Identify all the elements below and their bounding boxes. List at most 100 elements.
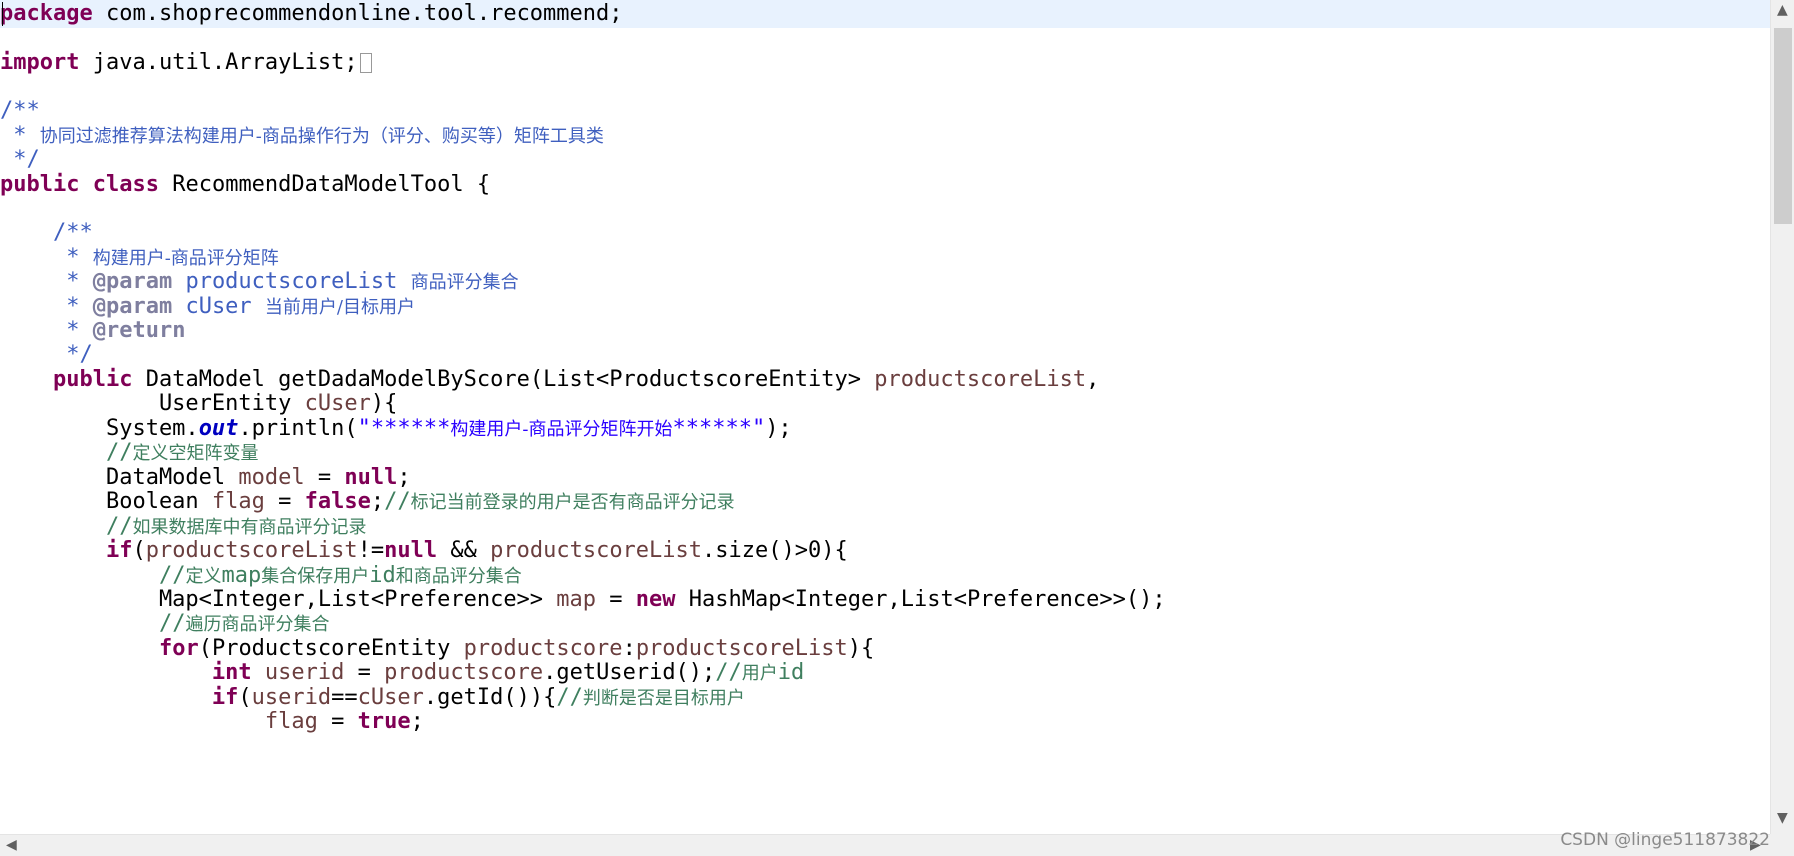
code-line-28[interactable]: int userid = productscore.getUserid();//… <box>0 659 1770 687</box>
variable: productscoreList <box>635 636 848 661</box>
code-text: .getId()){ <box>423 685 557 710</box>
comment: //定义空矩阵变量 <box>106 440 259 465</box>
javadoc-text: * <box>0 245 93 270</box>
code-text: UserEntity <box>0 391 305 416</box>
code-text: Map<Integer,List<Preference>> <box>0 587 557 612</box>
code-line-1[interactable]: package com.shoprecommendonline.tool.rec… <box>0 0 1770 28</box>
code-text: RecommendDataModelTool { <box>158 172 491 197</box>
code-text: DataModel getDadaModelByScore(List<Produ… <box>132 367 875 392</box>
variable: productscoreList <box>874 367 1087 392</box>
code-line-5[interactable]: /** <box>0 97 1770 125</box>
code-line-15[interactable]: */ <box>0 341 1770 369</box>
variable: userid <box>264 660 345 685</box>
code-text: && <box>437 538 491 563</box>
code-text: , <box>1086 367 1100 392</box>
variable: productscore <box>384 660 544 685</box>
code-text: ; <box>410 709 424 734</box>
code-text: = <box>317 709 358 734</box>
code-text: ( <box>238 685 252 710</box>
code-text: HashMap<Integer,List<Preference>>(); <box>675 587 1166 612</box>
comment: //如果数据库中有商品评分记录 <box>106 514 367 539</box>
code-text: ; <box>370 489 385 514</box>
javadoc-text: /** <box>0 98 40 123</box>
comment-text: 和商品评分集合 <box>395 566 522 587</box>
code-line-23[interactable]: if(productscoreList!=null && productscor… <box>0 537 1770 565</box>
variable: userid <box>251 685 332 710</box>
code-line-21[interactable]: Boolean flag = false;//标记当前登录的用户是否有商品评分记… <box>0 488 1770 516</box>
string-literal: "****** <box>357 416 451 441</box>
chevron-up-icon[interactable]: ▲ <box>1777 2 1788 18</box>
code-text: != <box>357 538 385 563</box>
comment-slashes: // <box>158 611 186 636</box>
keyword: if <box>105 538 133 563</box>
code-line-19[interactable]: //定义空矩阵变量 <box>0 439 1770 467</box>
static-field: out <box>198 416 239 441</box>
comment-text: id <box>777 660 805 685</box>
javadoc-tag: @return <box>92 318 186 343</box>
comment: //遍历商品评分集合 <box>158 611 330 636</box>
keyword: public <box>0 172 80 197</box>
code-text: : <box>622 636 636 661</box>
code-line-30[interactable]: flag = true; <box>0 708 1770 736</box>
variable: productscoreList <box>490 538 703 563</box>
code-text: Boolean <box>0 489 212 514</box>
comment-slashes: // <box>384 489 411 514</box>
comment-text: 用户 <box>741 663 778 684</box>
variable: productscoreList <box>145 538 358 563</box>
comment-text: id <box>369 563 396 588</box>
keyword: new <box>635 587 676 612</box>
code-text: (ProductscoreEntity <box>198 636 464 661</box>
comment: //定义map集合保存用户id和商品评分集合 <box>159 563 522 588</box>
code-text: = <box>264 489 305 514</box>
variable: flag <box>264 709 318 734</box>
horizontal-scrollbar[interactable]: ◀ ▶ <box>0 834 1770 856</box>
code-line-8[interactable]: public class RecommendDataModelTool { <box>0 171 1770 199</box>
chevron-left-icon[interactable]: ◀ <box>6 837 17 853</box>
keyword: class <box>92 172 159 197</box>
code-text: = <box>304 465 345 490</box>
comment: //用户id <box>715 660 805 685</box>
code-line-10[interactable]: /** <box>0 219 1770 247</box>
code-line-3[interactable]: import java.util.ArrayList; <box>0 49 1770 77</box>
code-text: ){ <box>370 391 398 416</box>
watermark: CSDN @linge511873822 <box>1560 830 1770 850</box>
chevron-down-icon[interactable]: ▼ <box>1777 810 1788 826</box>
keyword: int <box>211 660 252 685</box>
keyword: null <box>344 465 398 490</box>
javadoc-text: cUser <box>172 294 265 319</box>
comment-text: 标记当前登录的用户是否有商品评分记录 <box>410 492 735 513</box>
code-text: = <box>344 660 385 685</box>
comment-slashes: // <box>715 660 742 685</box>
javadoc-text: * <box>0 318 93 343</box>
code-line-26[interactable]: //遍历商品评分集合 <box>0 610 1770 638</box>
collapsed-imports-marker[interactable] <box>359 53 372 73</box>
comment: //标记当前登录的用户是否有商品评分记录 <box>384 489 735 514</box>
code-editor[interactable]: package com.shoprecommendonline.tool.rec… <box>0 0 1770 834</box>
comment-text: 判断是否是目标用户 <box>582 688 745 709</box>
code-text: = <box>596 587 636 612</box>
javadoc-text: productscoreList <box>172 269 411 294</box>
vertical-scrollbar-thumb[interactable] <box>1774 28 1792 224</box>
javadoc-text: * <box>0 123 40 148</box>
keyword: public <box>52 367 133 392</box>
variable: model <box>238 465 305 490</box>
code-line-7[interactable]: */ <box>0 146 1770 174</box>
comment-text: 遍历商品评分集合 <box>185 614 330 635</box>
code-line-12[interactable]: * @param productscoreList 商品评分集合 <box>0 268 1770 296</box>
keyword: import <box>0 50 80 75</box>
javadoc-text: 构建用户-商品评分矩阵 <box>92 248 279 269</box>
comment: //判断是否是目标用户 <box>556 685 745 710</box>
code-text: ; <box>397 465 411 490</box>
vertical-scrollbar[interactable]: ▲ ▼ <box>1770 0 1794 834</box>
comment-text: 定义 <box>185 566 222 587</box>
scrollbar-corner <box>1770 834 1794 856</box>
variable: map <box>556 587 597 612</box>
code-line-17[interactable]: UserEntity cUser){ <box>0 390 1770 418</box>
